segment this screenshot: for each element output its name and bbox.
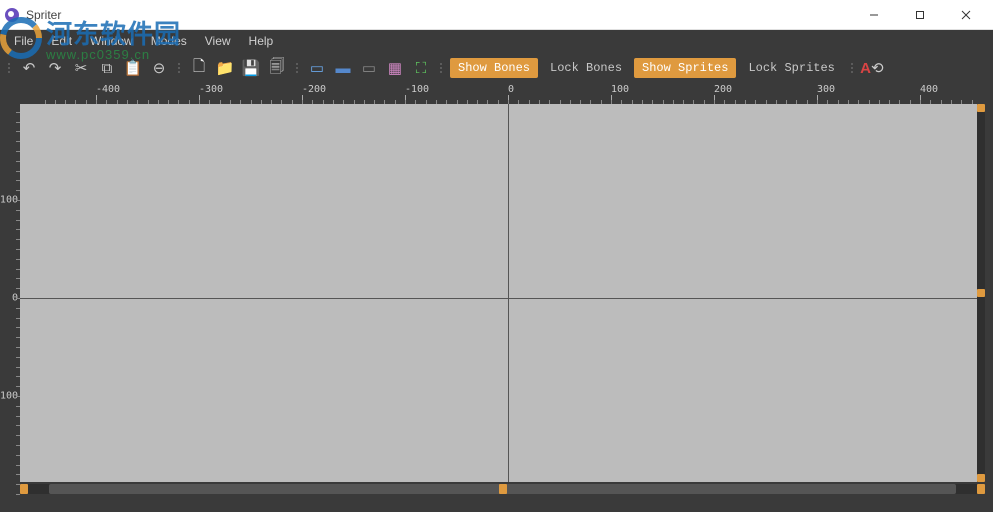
open-folder-icon[interactable]: 📁 <box>212 55 238 81</box>
scrollbar-vertical[interactable] <box>977 104 985 482</box>
ruler-vertical: -1000100 <box>0 104 20 512</box>
window-title: Spriter <box>26 8 61 22</box>
ruler-h-label: -200 <box>302 84 326 95</box>
ruler-h-label: 0 <box>508 84 514 95</box>
toggle-lock-bones[interactable]: Lock Bones <box>542 58 630 78</box>
toolbar-grip <box>296 63 298 73</box>
menu-modes[interactable]: Modes <box>143 32 195 50</box>
character-map-icon[interactable]: A⟲ <box>859 55 885 81</box>
close-button[interactable] <box>943 0 989 30</box>
menubar: File Edit Window Modes View Help <box>0 30 993 52</box>
panel-3-icon[interactable]: ▭ <box>356 55 382 81</box>
toolbar-grip <box>178 63 180 73</box>
toggle-show-bones[interactable]: Show Bones <box>450 58 538 78</box>
ruler-horizontal: -400 -300 -200 -100 0 100 200 300 400 <box>20 84 985 104</box>
menu-view[interactable]: View <box>197 32 239 50</box>
canvas-area <box>20 104 985 512</box>
cut-icon[interactable]: ✂ <box>68 55 94 81</box>
origin-axis-x <box>20 298 985 299</box>
menu-help[interactable]: Help <box>241 32 282 50</box>
panel-2-icon[interactable]: ▬ <box>330 55 356 81</box>
ruler-h-label: -300 <box>199 84 223 95</box>
app-icon <box>4 7 20 23</box>
toggle-show-sprites[interactable]: Show Sprites <box>634 58 736 78</box>
ruler-h-label: 400 <box>920 84 938 95</box>
new-file-icon[interactable]: 🗋 <box>186 55 212 81</box>
canvas[interactable] <box>20 104 985 482</box>
scrollbar-horizontal[interactable] <box>20 484 985 494</box>
toolbar-grip <box>8 63 10 73</box>
save-all-icon[interactable]: 🗐 <box>264 55 290 81</box>
zoom-out-icon[interactable]: ⊖ <box>146 55 172 81</box>
redo-icon[interactable]: ↷ <box>42 55 68 81</box>
maximize-button[interactable] <box>897 0 943 30</box>
workspace: -400-300-200-1000100200300400 -1000100 <box>0 84 993 512</box>
undo-icon[interactable]: ↶ <box>16 55 42 81</box>
fullscreen-icon[interactable]: ⛶ <box>408 55 434 81</box>
origin-axis-y <box>508 104 509 482</box>
ruler-h-label: 300 <box>817 84 835 95</box>
panel-1-icon[interactable]: ▭ <box>304 55 330 81</box>
toolbar-grip <box>440 63 442 73</box>
ruler-h-label: 100 <box>611 84 629 95</box>
toolbar: ↶↷✂⧉📋⊖ 🗋📁💾🗐 ▭▬▭▦⛶ Show BonesLock BonesSh… <box>0 52 993 84</box>
menu-edit[interactable]: Edit <box>43 32 80 50</box>
titlebar: Spriter <box>0 0 993 30</box>
panel-4-icon[interactable]: ▦ <box>382 55 408 81</box>
toggle-lock-sprites[interactable]: Lock Sprites <box>740 58 842 78</box>
ruler-h-label: -400 <box>96 84 120 95</box>
copy-icon[interactable]: ⧉ <box>94 55 120 81</box>
menu-window[interactable]: Window <box>82 32 141 50</box>
ruler-h-label: 200 <box>714 84 732 95</box>
menu-file[interactable]: File <box>6 32 41 50</box>
ruler-h-label: -100 <box>405 84 429 95</box>
toolbar-grip <box>851 63 853 73</box>
minimize-button[interactable] <box>851 0 897 30</box>
paste-icon[interactable]: 📋 <box>120 55 146 81</box>
save-icon[interactable]: 💾 <box>238 55 264 81</box>
